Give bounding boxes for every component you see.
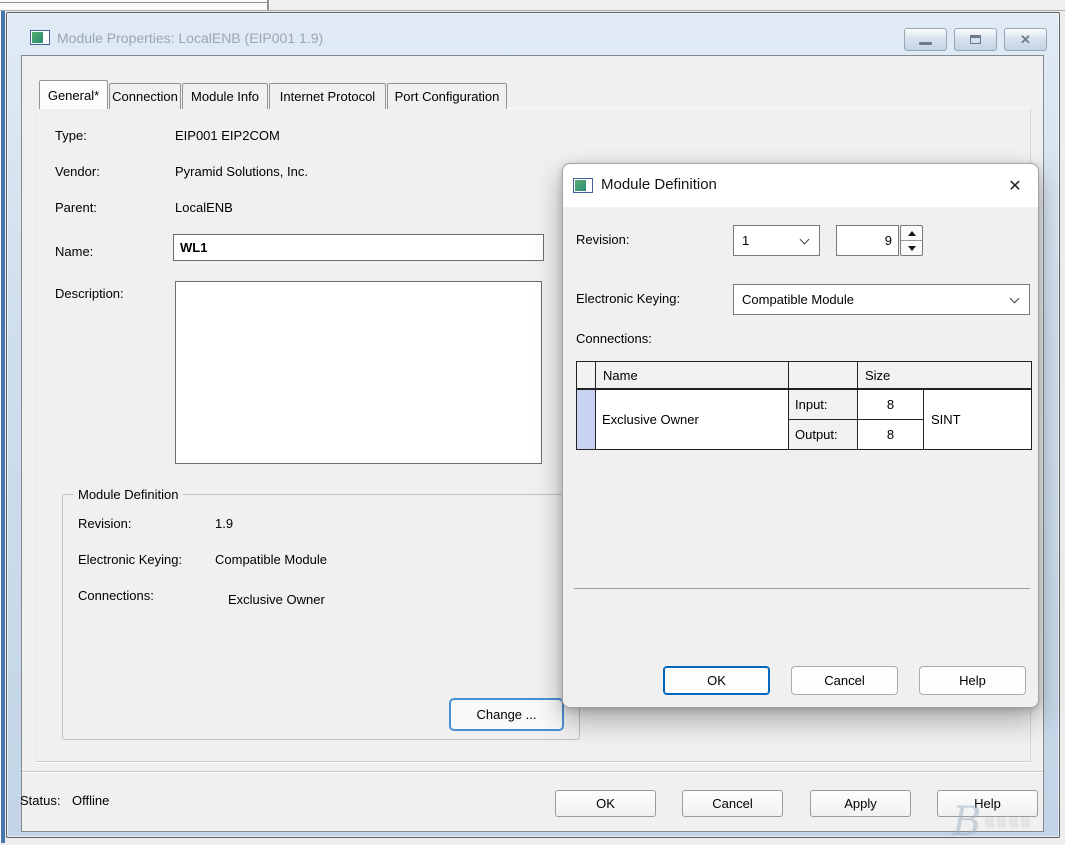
spin-down-button[interactable] (901, 240, 922, 255)
module-definition-dialog: Module Definition ✕ Revision: 1 9 Electr… (562, 163, 1039, 708)
background-tick (267, 0, 269, 10)
help-button-label: Help (974, 796, 1001, 811)
input-label-cell: Input: (789, 390, 858, 420)
table-header-blank (789, 362, 858, 390)
dialog-ok-label: OK (707, 673, 726, 688)
connections-table: Name Size Exclusive Owner Input: 8 SINT … (576, 361, 1032, 450)
background-divider (0, 10, 1065, 11)
apply-button[interactable]: Apply (810, 790, 911, 817)
minimize-icon (919, 42, 932, 45)
dialog-close-icon: ✕ (1008, 176, 1021, 196)
tab-module-info[interactable]: Module Info (182, 83, 268, 109)
dialog-help-button[interactable]: Help (919, 666, 1026, 695)
background-strip (270, 0, 1065, 10)
table-header-size: Size (858, 362, 1031, 390)
revision-major-dropdown[interactable]: 1 (733, 225, 820, 256)
dialog-icon (573, 178, 593, 193)
background-left-edge (0, 11, 5, 843)
chevron-down-icon (800, 235, 810, 245)
tab-internet-protocol[interactable]: Internet Protocol (269, 83, 386, 109)
window-title: Module Properties: LocalENB (EIP001 1.9) (57, 30, 323, 46)
dialog-cancel-button[interactable]: Cancel (791, 666, 898, 695)
dialog-close-button[interactable]: ✕ (1004, 175, 1026, 197)
cancel-button[interactable]: Cancel (682, 790, 783, 817)
help-button[interactable]: Help (937, 790, 1038, 817)
close-icon: ✕ (1020, 33, 1031, 46)
revision-major-value: 1 (742, 233, 749, 248)
spin-up-button[interactable] (901, 226, 922, 240)
close-button[interactable]: ✕ (1004, 28, 1047, 51)
tab-connection-label: Connection (112, 89, 178, 104)
background-rule (0, 2, 268, 3)
data-type-cell[interactable]: SINT (924, 390, 1031, 449)
revision-minor-input[interactable]: 9 (836, 225, 899, 256)
arrow-up-icon (908, 231, 916, 236)
dialog-ok-button[interactable]: OK (663, 666, 770, 695)
table-header-name: Name (596, 362, 789, 390)
maximize-button[interactable] (954, 28, 997, 51)
window-icon (30, 30, 50, 45)
ok-button-label: OK (596, 796, 615, 811)
revision-minor-value: 9 (885, 233, 892, 248)
tab-port-configuration[interactable]: Port Configuration (387, 83, 507, 109)
tab-general-label: General* (48, 88, 99, 103)
electronic-keying-value: Compatible Module (742, 292, 854, 307)
electronic-keying-dropdown[interactable]: Compatible Module (733, 284, 1030, 315)
cancel-button-label: Cancel (712, 796, 752, 811)
dialog-separator (574, 588, 1030, 589)
output-label-cell: Output: (789, 420, 858, 449)
tab-module-info-label: Module Info (191, 89, 259, 104)
revision-minor-spinner[interactable] (900, 225, 923, 256)
status-label: Status: (20, 793, 60, 808)
status-value: Offline (72, 793, 109, 808)
dialog-title: Module Definition (601, 176, 717, 193)
tab-general[interactable]: General* (39, 80, 108, 109)
status-separator (22, 771, 1043, 773)
tab-internet-protocol-label: Internet Protocol (280, 89, 375, 104)
ok-button[interactable]: OK (555, 790, 656, 817)
dialog-help-label: Help (959, 673, 986, 688)
input-size-cell[interactable]: 8 (858, 390, 924, 420)
row-selector-cell[interactable] (577, 390, 596, 449)
output-size-cell[interactable]: 8 (858, 420, 924, 449)
dialog-connections-label: Connections: (576, 331, 652, 346)
connection-name-cell[interactable]: Exclusive Owner (596, 390, 789, 449)
apply-button-label: Apply (844, 796, 877, 811)
maximize-icon (970, 35, 981, 44)
table-corner-cell (577, 362, 596, 390)
arrow-down-icon (908, 246, 916, 251)
tab-connection[interactable]: Connection (109, 83, 181, 109)
tab-port-configuration-label: Port Configuration (395, 89, 500, 104)
chevron-down-icon (1010, 294, 1020, 304)
minimize-button[interactable] (904, 28, 947, 51)
dialog-revision-label: Revision: (576, 232, 629, 247)
dialog-cancel-label: Cancel (824, 673, 864, 688)
dialog-keying-label: Electronic Keying: (576, 291, 680, 306)
